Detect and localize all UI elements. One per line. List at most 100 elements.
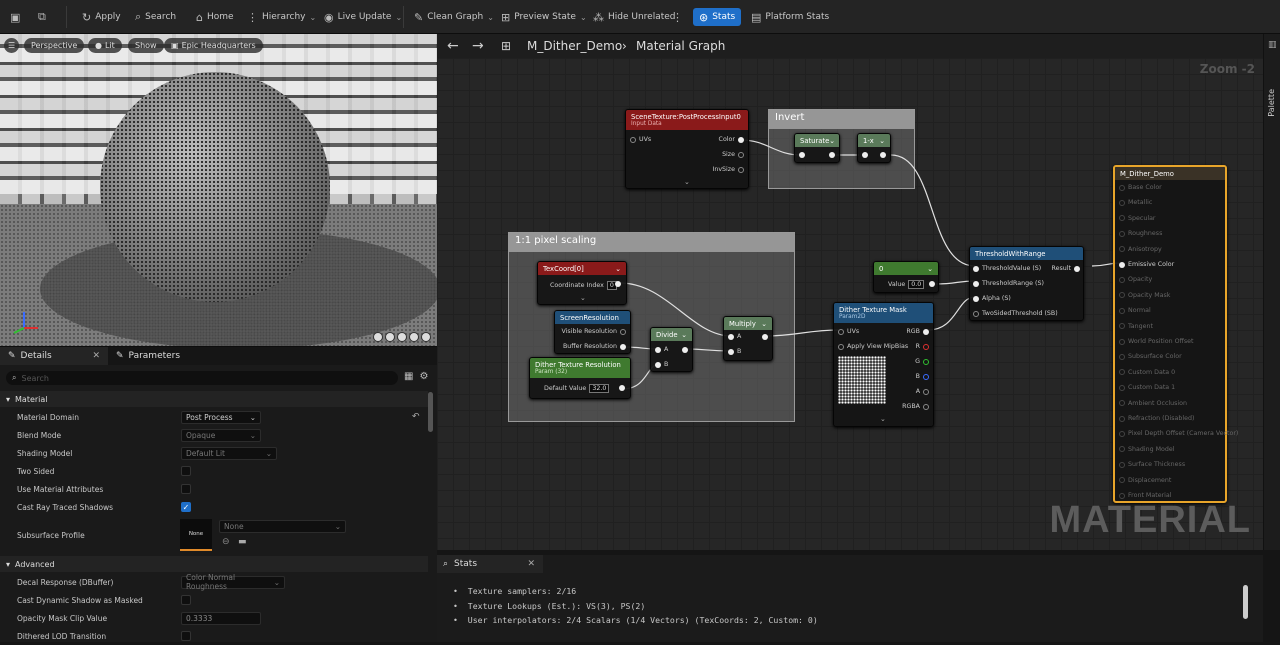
cast-ray-traced-shadows-checkbox[interactable]: ✓ <box>181 502 191 512</box>
result-pin[interactable]: Ambient Occlusion <box>1119 400 1187 407</box>
node-one-minus[interactable]: 1-x ⌄ <box>857 133 891 163</box>
browse-folder-icon[interactable]: ▬ <box>238 537 247 547</box>
node-threshold-with-range[interactable]: ThresholdWithRange ThresholdValue (S) Th… <box>969 246 1084 321</box>
node-scene-texture[interactable]: SceneTexture:PostProcessInput0 Input Data… <box>625 109 749 189</box>
node-divide[interactable]: Divide ⌄ A B <box>650 327 693 372</box>
constant-value-input[interactable]: 0.0 <box>908 280 925 289</box>
details-scrollbar[interactable] <box>428 392 433 432</box>
clean-graph-button[interactable]: ✎ Clean Graph ⌄ <box>414 8 494 26</box>
dithered-lod-checkbox[interactable] <box>181 631 191 641</box>
decal-response-dropdown[interactable]: Color Normal Roughness ⌄ <box>181 573 285 591</box>
close-icon[interactable]: ✕ <box>527 559 535 569</box>
perspective-button[interactable]: Perspective <box>24 38 85 53</box>
home-button[interactable]: ⌂ Home <box>196 8 234 26</box>
pin-uvs[interactable]: UVs <box>630 136 651 143</box>
subsurface-thumbnail[interactable]: None <box>180 519 212 551</box>
result-pin[interactable]: Base Color <box>1119 184 1162 191</box>
result-pin[interactable]: Opacity Mask <box>1119 292 1170 299</box>
live-update-button[interactable]: ◉ Live Update ⌄ <box>324 8 402 26</box>
node-texcoord[interactable]: TexCoord[0] ⌄ Coordinate Index 0 ⌄ <box>537 261 627 305</box>
breadcrumb-asset[interactable]: M_Dither_Demo <box>527 39 622 53</box>
result-pin[interactable]: Displacement <box>1119 477 1171 484</box>
mesh-icon[interactable] <box>421 332 431 342</box>
node-multiply[interactable]: Multiply ⌄ A B <box>723 316 773 361</box>
browse-button[interactable]: ⧉ <box>38 8 46 26</box>
hierarchy-button[interactable]: ⋮ Hierarchy ⌄ <box>247 8 316 26</box>
pin-size[interactable]: Size <box>722 151 744 158</box>
preview-viewport[interactable]: ☰ Perspective ● Lit Show ▣ Epic Headquarte… <box>0 34 437 346</box>
result-pin[interactable]: Specular <box>1119 215 1156 222</box>
stats-scrollbar[interactable] <box>1243 585 1248 619</box>
pin-invsize[interactable]: InvSize <box>712 166 744 173</box>
pin-color[interactable]: Color <box>719 136 744 143</box>
shading-model-dropdown[interactable]: Default Lit ⌄ <box>181 446 277 460</box>
result-pin[interactable]: Metallic <box>1119 199 1152 206</box>
result-pin[interactable]: Opacity <box>1119 276 1152 283</box>
result-pin[interactable]: Normal <box>1119 307 1151 314</box>
result-pin[interactable]: Pixel Depth Offset (Camera Vector) <box>1119 430 1238 437</box>
apply-button[interactable]: ↻ Apply <box>82 8 121 26</box>
chevron-down-icon[interactable]: ⌄ <box>580 294 586 302</box>
result-pin[interactable]: Refraction (Disabled) <box>1119 415 1194 422</box>
plane-icon[interactable] <box>397 332 407 342</box>
material-domain-dropdown[interactable]: Post Process ⌄ <box>181 410 261 424</box>
preview-mesh-button[interactable]: ▣ Epic Headquarters <box>164 38 263 53</box>
settings-icon[interactable]: ⚙ <box>419 371 428 382</box>
back-arrow-icon[interactable]: ← <box>447 38 459 54</box>
chevron-down-icon[interactable]: ⌄ <box>684 178 690 186</box>
two-sided-checkbox[interactable] <box>181 466 191 476</box>
subsurface-profile-dropdown[interactable]: None ⌄ <box>219 520 346 533</box>
section-advanced[interactable]: ▾ Advanced <box>0 556 428 572</box>
details-panel: ✎ Details ✕ ✎ Parameters ⌕ Search ▦ ⚙ ▾ Materi… <box>0 346 437 642</box>
more-icon: ⋮ <box>672 10 683 24</box>
stats-button[interactable]: ⊛ Stats <box>693 8 742 26</box>
result-pin[interactable]: Custom Data 1 <box>1119 384 1175 391</box>
cube-icon[interactable] <box>409 332 419 342</box>
result-pin[interactable]: Front Material <box>1119 492 1172 499</box>
table-view-icon[interactable]: ▦ <box>404 371 413 382</box>
use-material-attributes-checkbox[interactable] <box>181 484 191 494</box>
cylinder-icon[interactable] <box>373 332 383 342</box>
opacity-mask-clip-input[interactable]: 0.3333 <box>181 611 261 625</box>
result-pin[interactable]: Anisotropy <box>1119 246 1162 253</box>
node-saturate[interactable]: Saturate ⌄ <box>794 133 840 163</box>
sphere-icon[interactable] <box>385 332 395 342</box>
show-button[interactable]: Show <box>128 38 164 53</box>
preview-state-button[interactable]: ⊞ Preview State ⌄ <box>501 8 587 26</box>
hide-unrelated-button[interactable]: ⁂ Hide Unrelated <box>593 8 676 26</box>
blend-mode-dropdown[interactable]: Opaque ⌄ <box>181 428 261 442</box>
lit-button[interactable]: ● Lit <box>88 38 122 53</box>
search-button[interactable]: ⌕ Search <box>135 8 176 26</box>
close-icon[interactable]: ✕ <box>92 351 100 361</box>
result-pin[interactable]: Shading Model <box>1119 446 1175 453</box>
palette-sidebar[interactable]: ▥ Palette <box>1263 34 1280 550</box>
result-pin[interactable]: Subsurface Color <box>1119 353 1182 360</box>
result-pin[interactable]: Emissive Color <box>1119 261 1174 268</box>
reset-arrow-icon[interactable]: ⊖ <box>222 537 230 547</box>
node-dither-texture-mask[interactable]: Dither Texture Mask Param2D UVs Apply Vie… <box>833 302 934 427</box>
save-button[interactable]: ▣ <box>10 8 20 26</box>
dither-default-value-input[interactable]: 32.0 <box>589 384 610 393</box>
tab-stats[interactable]: ⌕ Stats ✕ <box>437 555 543 573</box>
reset-icon[interactable]: ↶ <box>412 412 420 422</box>
result-pin[interactable]: Surface Thickness <box>1119 461 1185 468</box>
details-search-input[interactable]: ⌕ Search <box>6 371 398 385</box>
result-pin[interactable]: Custom Data 0 <box>1119 369 1175 376</box>
tab-parameters[interactable]: ✎ Parameters <box>108 347 188 365</box>
node-screen-resolution[interactable]: ScreenResolution Visible Resolution Buff… <box>554 310 631 354</box>
node-material-result[interactable]: M_Dither_Demo Base Color Metallic Specular… <box>1113 165 1238 503</box>
node-constant[interactable]: 0 ⌄ Value 0.0 <box>873 261 939 293</box>
material-graph-canvas[interactable]: Zoom -2 Invert 1:1 pixel scaling SceneTe… <box>437 58 1263 550</box>
tab-details[interactable]: ✎ Details ✕ <box>0 347 108 365</box>
cast-dynamic-shadow-checkbox[interactable] <box>181 595 191 605</box>
platform-stats-button[interactable]: ▤ Platform Stats <box>751 8 829 26</box>
forward-arrow-icon[interactable]: → <box>472 38 484 54</box>
section-material[interactable]: ▾ Material <box>0 391 428 407</box>
more-options-button[interactable]: ⋮ <box>672 8 683 26</box>
breadcrumb-graph[interactable]: Material Graph <box>636 39 725 53</box>
result-pin[interactable]: Roughness <box>1119 230 1162 237</box>
node-dither-resolution[interactable]: Dither Texture Resolution Param (32) Defa… <box>529 357 631 399</box>
result-pin[interactable]: Tangent <box>1119 323 1153 330</box>
result-pin[interactable]: World Position Offset <box>1119 338 1193 345</box>
chevron-down-icon[interactable]: ⌄ <box>880 415 886 423</box>
